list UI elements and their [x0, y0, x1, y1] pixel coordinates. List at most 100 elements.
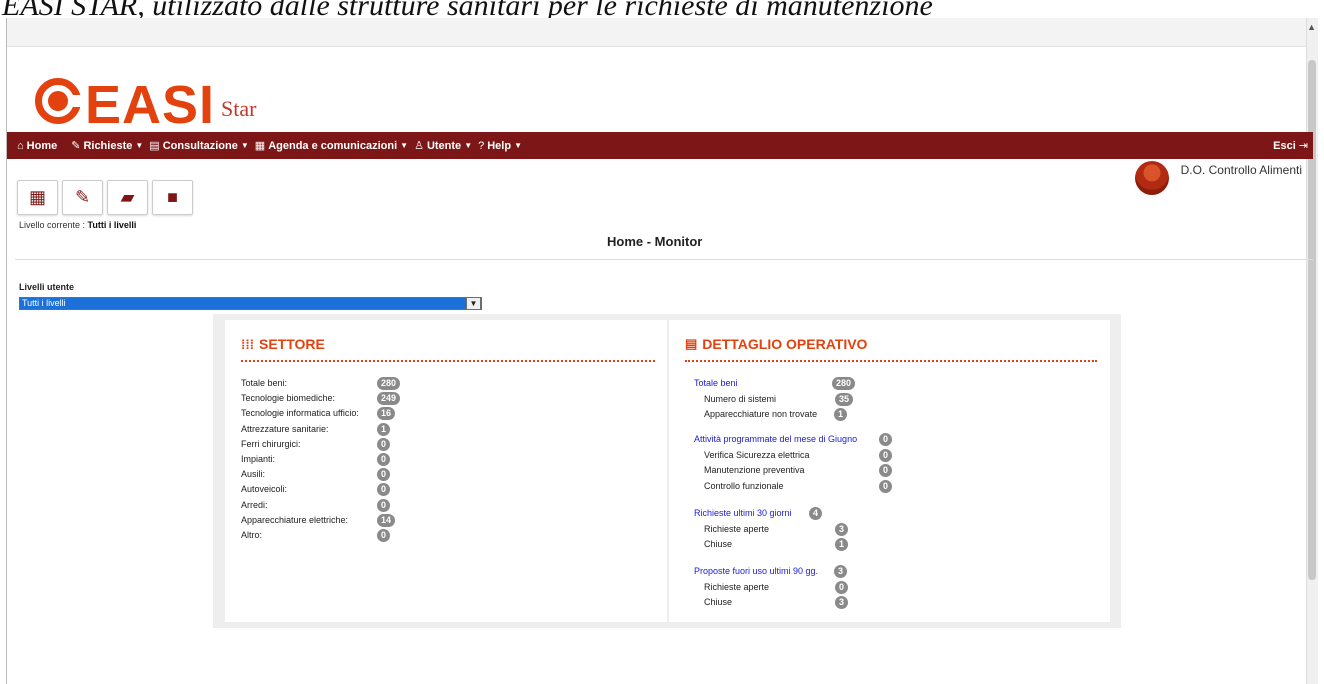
caret-down-icon: ▼ [400, 141, 409, 150]
nav-richieste-label: Richieste [83, 139, 133, 152]
settore-row-label: Tecnologie informatica ufficio: [241, 408, 359, 419]
settore-row-label: Impianti: [241, 454, 276, 464]
levels-select[interactable]: Tutti i livelli ▼ [19, 297, 482, 310]
settore-title: ⁞⁞⁞ SETTORE [241, 336, 325, 352]
dettaglio-group-title[interactable]: Totale beni [694, 378, 738, 388]
count-badge: 1 [377, 422, 391, 436]
count-badge: 1 [834, 408, 848, 421]
dettaglio-item-label: Richieste aperte [704, 581, 770, 592]
count-badge: 16 [377, 407, 396, 421]
nav-richieste[interactable]: ✎ Richieste ▼ [71, 139, 144, 153]
top-band [7, 18, 1313, 47]
page-title: Home - Monitor [607, 234, 703, 249]
count-badge: 4 [809, 507, 823, 520]
count-badge: 0 [377, 529, 391, 542]
nav-home-label: Home [26, 139, 58, 152]
folder-button[interactable]: ▰ [107, 180, 148, 215]
dashboard-panels: ⁞⁞⁞ SETTORE Totale beni: 280 Tecnologie bi… [213, 314, 1121, 628]
caret-down-icon: ▼ [240, 141, 249, 150]
count-badge: 0 [879, 464, 893, 477]
title-underline [241, 360, 655, 362]
vertical-scrollbar[interactable]: ▲ [1306, 18, 1318, 684]
settore-row-label: Autoveicoli: [241, 484, 288, 495]
nav-help-label: Help [487, 139, 512, 152]
dettaglio-item-label: Verifica Sicurezza elettrica [704, 449, 810, 460]
book-button[interactable]: ■ [152, 180, 193, 215]
dettaglio-group-title[interactable]: Attività programmate del mese di Giugno [694, 434, 857, 444]
settore-panel: ⁞⁞⁞ SETTORE Totale beni: 280 Tecnologie bi… [225, 320, 667, 622]
nav-utente-label: Utente [426, 139, 462, 152]
count-badge: 0 [879, 448, 893, 462]
nav-help[interactable]: ? Help ▼ [478, 140, 522, 152]
count-badge: 0 [377, 437, 391, 451]
current-level-value: Tutti i livelli [87, 220, 137, 230]
pencil-icon: ✎ [74, 187, 91, 207]
nav-consultazione-label: Consultazione [162, 139, 238, 152]
dettaglio-item-label: Controllo funzionale [704, 480, 784, 491]
settore-row-label: Arredi: [241, 499, 268, 510]
dettaglio-group-title[interactable]: Richieste ultimi 30 giorni [694, 508, 792, 518]
list-icon: ▤ [685, 336, 698, 351]
home-icon: ⌂ [17, 139, 24, 152]
main-navbar: ⌂ Home ✎ Richieste ▼ ▤ Consultazione ▼ ▦… [7, 132, 1313, 159]
logout-icon: ⇥ [1298, 140, 1308, 152]
book-icon: ■ [167, 187, 178, 207]
dettaglio-title: ▤ DETTAGLIO OPERATIVO [685, 336, 867, 352]
count-badge: 0 [835, 580, 849, 594]
count-badge: 1 [835, 538, 849, 551]
dettaglio-item-label: Chiuse [704, 539, 733, 549]
caret-down-icon: ▼ [514, 141, 522, 150]
settore-row-label: Ferri chirurgici: [241, 438, 301, 449]
settore-row-label: Totale beni: [241, 378, 288, 388]
count-badge: 0 [377, 483, 391, 497]
count-badge: 0 [377, 468, 391, 482]
help-icon: ? [478, 139, 485, 152]
edit-icon: ✎ [71, 140, 81, 152]
nav-agenda[interactable]: ▦ Agenda e comunicazioni ▼ [254, 139, 409, 153]
count-badge: 3 [834, 565, 848, 578]
current-level: Livello corrente : Tutti i livelli [19, 220, 136, 230]
title-underline [685, 360, 1097, 362]
nav-home[interactable]: ⌂ Home [17, 140, 57, 152]
caret-down-icon: ▼ [135, 141, 144, 150]
dettaglio-title-text: DETTAGLIO OPERATIVO [702, 336, 868, 352]
user-info[interactable]: D.O. Controllo Alimenti [1134, 159, 1302, 195]
current-level-label: Livello corrente : [19, 220, 88, 230]
divider [15, 259, 1313, 260]
quick-actions: ▦ ✎ ▰ ■ [17, 180, 197, 215]
logout-button[interactable]: Esci ⇥ [1273, 139, 1311, 153]
new-request-button[interactable]: ✎ [62, 180, 103, 215]
avatar[interactable] [1134, 161, 1169, 195]
count-badge: 0 [879, 433, 893, 446]
settore-row-label: Attrezzature sanitarie: [241, 423, 329, 434]
settore-row-label: Altro: [241, 530, 263, 540]
count-badge: 280 [377, 377, 401, 390]
nav-utente[interactable]: ♙ Utente ▼ [414, 139, 472, 153]
browser-viewport: ▲ EASI Star ⌂ Home ✎ Richieste ▼ ▤ Consu… [6, 18, 1318, 684]
count-badge: 0 [377, 453, 391, 466]
logout-label: Esci [1273, 139, 1296, 152]
count-badge: 14 [377, 513, 396, 527]
calendar-icon: ▦ [254, 140, 266, 152]
nav-consultazione[interactable]: ▤ Consultazione ▼ [149, 139, 249, 153]
levels-select-label: Livelli utente [19, 282, 75, 292]
levels-select-value: Tutti i livelli [22, 298, 66, 308]
dettaglio-item-label: Apparecchiature non trovate [704, 409, 818, 419]
settore-title-text: SETTORE [259, 336, 325, 352]
user-name: D.O. Controllo Alimenti [1180, 163, 1302, 177]
settore-row-label: Apparecchiature elettriche: [241, 514, 349, 525]
dettaglio-group-title[interactable]: Proposte fuori uso ultimi 90 gg. [694, 566, 818, 576]
chevron-down-icon[interactable]: ▼ [466, 297, 481, 310]
scroll-up-icon[interactable]: ▲ [1307, 22, 1316, 32]
logo-suffix: Star [221, 96, 257, 121]
folder-open-icon: ▰ [120, 187, 135, 207]
calendar-icon: ▦ [28, 187, 46, 207]
settore-row-label: Tecnologie biomediche: [241, 393, 336, 404]
count-badge: 0 [879, 479, 893, 493]
dettaglio-panel: ▤ DETTAGLIO OPERATIVO Totale beni 280 Nume… [669, 320, 1110, 622]
count-badge: 3 [835, 522, 849, 536]
nav-agenda-label: Agenda e comunicazioni [268, 139, 398, 152]
count-badge: 249 [377, 392, 401, 406]
book-icon: ▤ [149, 140, 160, 152]
calendar-button[interactable]: ▦ [17, 180, 58, 215]
